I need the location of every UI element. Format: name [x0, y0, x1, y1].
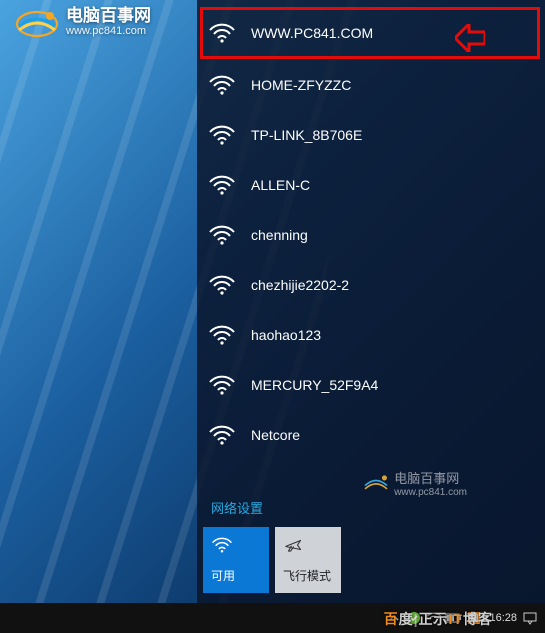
wifi-network-item[interactable]: ALLEN-C [197, 160, 545, 210]
wifi-signal-icon [207, 223, 237, 247]
tray-chevron-up-icon[interactable] [385, 609, 403, 627]
taskbar: * 16:28 [0, 603, 545, 633]
wifi-network-item[interactable]: Netcore [197, 410, 545, 460]
wifi-network-item[interactable]: chenning [197, 210, 545, 260]
wifi-network-item[interactable]: TP-LINK_8B706E [197, 110, 545, 160]
wifi-network-ssid: ALLEN-C [251, 177, 310, 193]
wifi-network-ssid: MERCURY_52F9A4 [251, 377, 378, 393]
wifi-network-list: WWW.PC841.COM HOME-ZFYZZC TP-LINK_8B706E… [197, 0, 545, 482]
desktop-wallpaper: 电脑百事网 www.pc841.com WWW.PC841.COM HOME-Z… [0, 0, 545, 633]
airplane-mode-tile[interactable]: 飞行模式 [275, 527, 341, 593]
wifi-signal-icon [207, 173, 237, 197]
wifi-network-item[interactable]: WWW.PC841.COM [201, 8, 539, 58]
wifi-network-ssid: WWW.PC841.COM [251, 25, 373, 41]
wifi-network-item[interactable]: haohao123 [197, 310, 545, 360]
tray-network-icon[interactable]: * [425, 609, 443, 627]
wifi-network-ssid: Netcore [251, 427, 300, 443]
tray-security-icon[interactable] [405, 609, 423, 627]
wifi-signal-icon [207, 423, 237, 447]
wifi-network-ssid: haohao123 [251, 327, 321, 343]
wifi-flyout-panel: WWW.PC841.COM HOME-ZFYZZC TP-LINK_8B706E… [197, 0, 545, 603]
wifi-network-item[interactable]: chezhijie2202-2 [197, 260, 545, 310]
tray-battery-icon[interactable] [445, 609, 463, 627]
airplane-tile-label: 飞行模式 [283, 567, 333, 584]
wifi-network-ssid: TP-LINK_8B706E [251, 127, 362, 143]
network-settings-link[interactable]: 网络设置 [197, 482, 545, 527]
taskbar-clock[interactable]: 16:28 [485, 612, 519, 624]
svg-text:*: * [428, 612, 431, 618]
wifi-tile-label: 可用 [211, 567, 261, 584]
wifi-network-ssid: chezhijie2202-2 [251, 277, 349, 293]
wifi-icon [211, 535, 261, 555]
wifi-network-item[interactable]: HOME-ZFYZZC [197, 60, 545, 110]
annotation-arrow-icon [455, 24, 485, 52]
tray-app-icon[interactable] [465, 609, 483, 627]
watermark-text-cn: 电脑百事网 [66, 7, 151, 26]
watermark-text-url: www.pc841.com [66, 26, 151, 38]
wifi-signal-icon [207, 373, 237, 397]
tray-action-center-icon[interactable] [521, 609, 539, 627]
airplane-icon [283, 535, 333, 555]
wifi-signal-icon [207, 73, 237, 97]
wifi-quick-tile[interactable]: 可用 [203, 527, 269, 593]
wifi-signal-icon [207, 323, 237, 347]
wifi-signal-icon [207, 21, 237, 45]
quick-action-tiles: 可用 飞行模式 [197, 527, 545, 603]
wifi-signal-icon [207, 123, 237, 147]
wifi-signal-icon [207, 273, 237, 297]
wifi-network-ssid: HOME-ZFYZZC [251, 77, 351, 93]
watermark-logo-icon [14, 4, 60, 40]
wifi-network-ssid: chenning [251, 227, 308, 243]
watermark-top: 电脑百事网 www.pc841.com [14, 4, 151, 40]
wifi-network-item[interactable]: MERCURY_52F9A4 [197, 360, 545, 410]
